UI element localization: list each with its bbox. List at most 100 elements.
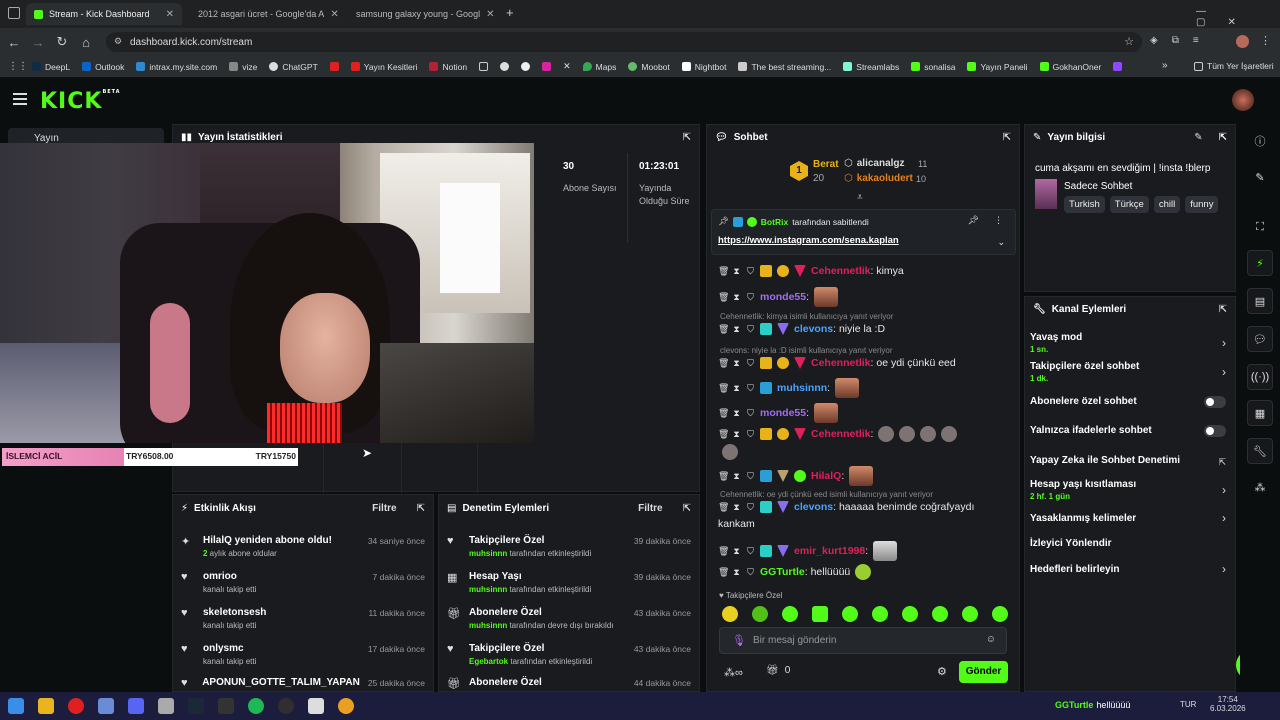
- emote-image[interactable]: [872, 606, 888, 622]
- collapse-top-icon[interactable]: ⩡: [857, 192, 863, 203]
- action-emotes-only[interactable]: Yalnızca ifadelerle sohbet: [1030, 425, 1230, 437]
- emote-image[interactable]: [932, 606, 948, 622]
- fullscreen-icon[interactable]: ⛶: [1247, 214, 1273, 240]
- notes-icon[interactable]: ▤: [1247, 288, 1273, 314]
- close-icon[interactable]: ✕: [486, 9, 494, 20]
- bookmark-folder[interactable]: [479, 62, 489, 71]
- bookmark-twitch[interactable]: [1113, 62, 1123, 71]
- bookmark-gokhanoner[interactable]: GokhanOner: [1039, 62, 1101, 72]
- send-button[interactable]: Gönder: [959, 661, 1008, 683]
- action-account-age[interactable]: Hesap yaşı kısıtlaması 2 hf. 1 gün ›: [1030, 479, 1230, 501]
- points-icon[interactable]: ⁂∞: [724, 666, 743, 679]
- action-ai-moderation[interactable]: Yapay Zeka ile Sohbet Denetimi ⇱: [1030, 455, 1230, 467]
- home-icon[interactable]: ⌂: [74, 35, 98, 50]
- tag-chip[interactable]: Turkish: [1064, 196, 1105, 213]
- profile-avatar[interactable]: [1236, 35, 1249, 48]
- bookmark-maps[interactable]: Maps: [582, 62, 616, 72]
- chrome-icon[interactable]: [338, 698, 354, 714]
- hamburger-menu-icon[interactable]: [13, 93, 27, 105]
- pinned-by-user[interactable]: BotRix: [761, 217, 788, 227]
- reload-icon[interactable]: ↻: [50, 34, 74, 50]
- chat-message[interactable]: 🗑︎ ⧗ ⛉ clevons: niyie la :D: [718, 323, 1014, 335]
- top-chatter-name[interactable]: Berat: [813, 159, 839, 170]
- emote-image[interactable]: [722, 606, 738, 622]
- pin-icon[interactable]: 📌︎: [968, 215, 979, 226]
- obs-icon[interactable]: [278, 698, 294, 714]
- bookmark-sonalisa[interactable]: sonalisa: [911, 62, 955, 72]
- chat-message[interactable]: 🗑︎ ⧗ ⛉ monde55:: [718, 403, 1014, 423]
- action-set-goals[interactable]: Hedefleri belirleyin ›: [1030, 562, 1230, 576]
- clock[interactable]: 17:54 6.03.2026: [1210, 695, 1246, 713]
- pinned-link[interactable]: https://www.instagram.com/sena.kaplan: [718, 235, 899, 246]
- moderation-icon[interactable]: ▦: [1247, 400, 1273, 426]
- chat-message[interactable]: 🗑︎ ⧗ ⛉ GGTurtle: hellüüüü: [718, 564, 1014, 580]
- url-input[interactable]: ⚙ dashboard.kick.com/stream ☆: [106, 32, 1142, 52]
- chat-input[interactable]: 🎙︎ Bir mesaj gönderin ☺: [719, 627, 1007, 654]
- settings-gear-icon[interactable]: ⚙: [937, 665, 947, 678]
- kick-logo[interactable]: KICKBETA: [40, 89, 121, 114]
- explorer-icon[interactable]: [38, 698, 54, 714]
- chat-message[interactable]: 🗑︎ ⧗ ⛉ HilalQ:: [718, 466, 1014, 486]
- info-icon[interactable]: ⓘ: [1247, 128, 1273, 154]
- tab-search-icon[interactable]: [8, 7, 20, 19]
- gift-points[interactable]: 🎁︎ 0: [766, 665, 790, 676]
- emoji-icon[interactable]: ☺: [986, 634, 996, 645]
- stream-preview[interactable]: [0, 143, 534, 443]
- chat-message[interactable]: 🗑︎ ⧗ ⛉ clevons: haaaaa benimde coğrafyaydı: [718, 501, 1014, 513]
- chat-message[interactable]: 🗑︎ ⧗ ⛉ Cehennetlik:: [718, 426, 1014, 442]
- emote-image[interactable]: [842, 606, 858, 622]
- app-icon[interactable]: [98, 698, 114, 714]
- new-tab-icon[interactable]: +: [506, 5, 514, 20]
- steam-icon[interactable]: [188, 698, 204, 714]
- emote-image[interactable]: [902, 606, 918, 622]
- emote-image[interactable]: [782, 606, 798, 622]
- bookmark-star-icon[interactable]: ☆: [1124, 35, 1134, 48]
- extension-icons[interactable]: ◈⧉≡: [1150, 35, 1213, 46]
- emote-image[interactable]: [812, 606, 828, 622]
- toggle-switch[interactable]: [1204, 396, 1226, 408]
- microphone-icon[interactable]: 🎙︎: [732, 634, 746, 647]
- expand-icon[interactable]: ⇱: [1003, 132, 1011, 143]
- activity-filter-button[interactable]: Filtre: [372, 503, 396, 514]
- category-thumbnail[interactable]: [1035, 179, 1057, 209]
- chat-message[interactable]: 🗑︎ ⧗ ⛉ muhsinnn:: [718, 378, 1014, 398]
- bookmark-nightbot[interactable]: Nightbot: [681, 62, 726, 72]
- action-subscribers-only[interactable]: Abonelere özel sohbet: [1030, 396, 1230, 408]
- more-bookmarks-icon[interactable]: »: [1162, 60, 1168, 71]
- spotify-icon[interactable]: [248, 698, 264, 714]
- window-controls[interactable]: —▢✕: [1196, 6, 1280, 28]
- close-icon[interactable]: ✕: [330, 9, 338, 20]
- action-banned-words[interactable]: Yasaklanmış kelimeler ›: [1030, 511, 1230, 525]
- top-chatter-name[interactable]: alicanalgz: [857, 158, 905, 169]
- edit-icon[interactable]: ✎: [1247, 164, 1273, 190]
- moderation-filter-button[interactable]: Filtre: [638, 503, 662, 514]
- app-icon[interactable]: [308, 698, 324, 714]
- bookmark-instagram[interactable]: [542, 62, 552, 71]
- user-avatar[interactable]: [1232, 89, 1254, 111]
- bolt-icon[interactable]: ⚡: [1247, 250, 1273, 276]
- language-indicator[interactable]: TUR: [1180, 700, 1196, 709]
- chat-message[interactable]: 🗑︎ ⧗ ⛉ emir_kurt1998:: [718, 541, 1014, 561]
- bookmark-outlook[interactable]: Outlook: [82, 62, 124, 72]
- expand-icon[interactable]: ⇱: [1219, 304, 1227, 315]
- bookmark-intrax[interactable]: intrax.my.site.com: [136, 62, 217, 72]
- forward-icon[interactable]: →: [26, 35, 50, 50]
- bookmark-google[interactable]: [521, 62, 531, 71]
- chat-message[interactable]: 🗑︎ ⧗ ⛉ Cehennetlik: kimya: [718, 265, 1014, 277]
- menu-dots-icon[interactable]: ⋮: [1260, 34, 1271, 47]
- wrench-icon[interactable]: 🔧︎: [1247, 438, 1273, 464]
- chat-icon[interactable]: 💬︎: [1247, 326, 1273, 352]
- opera-icon[interactable]: [68, 698, 84, 714]
- epic-games-icon[interactable]: [218, 698, 234, 714]
- bookmark-x[interactable]: ✕: [563, 61, 571, 72]
- bookmark-notion[interactable]: Notion: [429, 62, 467, 72]
- start-icon[interactable]: [8, 698, 24, 714]
- category-name[interactable]: Sadece Sohbet: [1064, 181, 1132, 192]
- tag-chip[interactable]: funny: [1185, 196, 1219, 213]
- bookmark-vize[interactable]: vize: [229, 62, 257, 72]
- chevron-down-icon[interactable]: ⌄: [997, 237, 1005, 248]
- app-icon[interactable]: [158, 698, 174, 714]
- bookmark-yayin-kesitleri[interactable]: Yayın Kesitleri: [350, 62, 417, 72]
- share-icon[interactable]: ⁂: [1247, 474, 1273, 500]
- chat-message[interactable]: 🗑︎ ⧗ ⛉ Cehennetlik: oe ydi çünkü eed: [718, 357, 1014, 369]
